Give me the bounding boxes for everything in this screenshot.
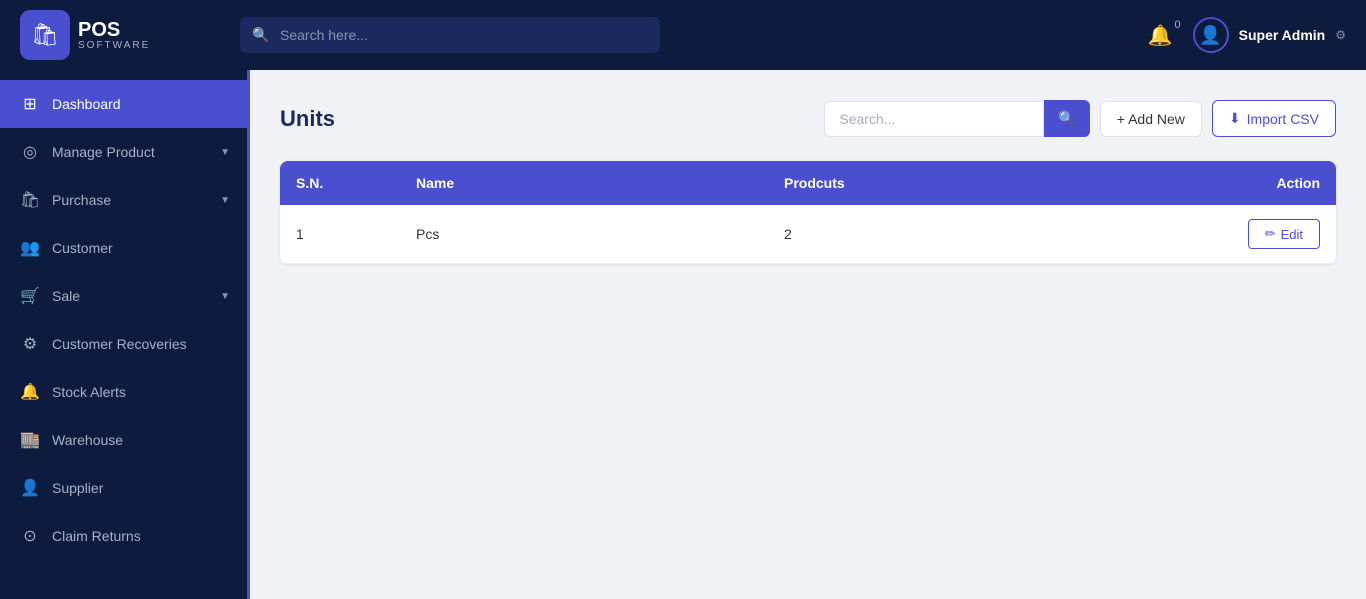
logo-text: POS SOFTWARE xyxy=(78,20,150,51)
user-avatar-icon: 👤 xyxy=(1193,17,1229,53)
sidebar-label-dashboard: Dashboard xyxy=(52,96,230,112)
edit-icon: ✏ xyxy=(1265,226,1276,242)
topbar-right: 🔔 0 👤 Super Admin ⚙ xyxy=(1148,17,1346,53)
table-row: 1 Pcs 2 ✏ Edit xyxy=(280,205,1336,264)
sidebar-item-stock-alerts[interactable]: 🔔 Stock Alerts xyxy=(0,368,250,416)
row-action: ✏ Edit xyxy=(1136,205,1336,263)
notification-bell[interactable]: 🔔 0 xyxy=(1148,23,1173,48)
sale-arrow-icon: ▼ xyxy=(220,291,230,302)
table-search-wrap: 🔍 xyxy=(824,100,1089,137)
sidebar-item-sale[interactable]: 🛒 Sale ▼ xyxy=(0,272,250,320)
header-actions: 🔍 + Add New ⬇ Import CSV xyxy=(824,100,1336,137)
sidebar-label-supplier: Supplier xyxy=(52,480,230,496)
sidebar-item-manage-product[interactable]: ◎ Manage Product ▼ xyxy=(0,128,250,176)
stock-alerts-icon: 🔔 xyxy=(20,382,40,402)
table-search-button[interactable]: 🔍 xyxy=(1044,100,1089,137)
units-table: S.N. Name Prodcuts Action 1 Pcs 2 ✏ Edit xyxy=(280,161,1336,264)
sidebar-item-customer[interactable]: 👥 Customer xyxy=(0,224,250,272)
claim-returns-icon: ⊙ xyxy=(20,526,40,546)
table-search-input[interactable] xyxy=(824,101,1044,137)
col-header-products: Prodcuts xyxy=(768,161,1136,205)
topbar-search-input[interactable] xyxy=(240,17,660,53)
sidebar-label-sale: Sale xyxy=(52,288,208,304)
logo-area: 🛍 POS SOFTWARE xyxy=(20,10,220,60)
customer-icon: 👥 xyxy=(20,238,40,258)
row-name: Pcs xyxy=(400,212,768,256)
col-header-sn: S.N. xyxy=(280,161,400,205)
user-caret-icon: ⚙ xyxy=(1335,28,1346,42)
topbar-search: 🔍 xyxy=(240,17,660,53)
sidebar-label-purchase: Purchase xyxy=(52,192,208,208)
manage-product-icon: ◎ xyxy=(20,142,40,162)
layout: ⊞ Dashboard ◎ Manage Product ▼ 🛍 Purchas… xyxy=(0,70,1366,599)
sidebar-item-supplier[interactable]: 👤 Supplier xyxy=(0,464,250,512)
dashboard-icon: ⊞ xyxy=(20,94,40,114)
sidebar-label-warehouse: Warehouse xyxy=(52,432,230,448)
sale-icon: 🛒 xyxy=(20,286,40,306)
import-csv-button[interactable]: ⬇ Import CSV xyxy=(1212,100,1336,137)
import-csv-label: Import CSV xyxy=(1247,111,1319,127)
topbar: 🛍 POS SOFTWARE 🔍 🔔 0 👤 Super Admin ⚙ xyxy=(0,0,1366,70)
sidebar: ⊞ Dashboard ◎ Manage Product ▼ 🛍 Purchas… xyxy=(0,70,250,599)
supplier-icon: 👤 xyxy=(20,478,40,498)
logo-pos-text: POS xyxy=(78,20,150,40)
logo-software-text: SOFTWARE xyxy=(78,40,150,51)
sidebar-item-purchase[interactable]: 🛍 Purchase ▼ xyxy=(0,176,250,224)
edit-button[interactable]: ✏ Edit xyxy=(1248,219,1320,249)
table-header: S.N. Name Prodcuts Action xyxy=(280,161,1336,205)
import-icon: ⬇ xyxy=(1229,110,1241,127)
topbar-search-icon: 🔍 xyxy=(252,27,269,44)
row-products: 2 xyxy=(768,212,1136,256)
sidebar-item-claim-returns[interactable]: ⊙ Claim Returns xyxy=(0,512,250,560)
sidebar-item-customer-recoveries[interactable]: ⚙ Customer Recoveries xyxy=(0,320,250,368)
purchase-icon: 🛍 xyxy=(20,190,40,210)
user-name-label: Super Admin xyxy=(1239,27,1326,43)
col-header-action: Action xyxy=(1136,161,1336,205)
sidebar-label-manage-product: Manage Product xyxy=(52,144,208,160)
add-new-button[interactable]: + Add New xyxy=(1100,101,1202,137)
page-title: Units xyxy=(280,106,335,132)
edit-label: Edit xyxy=(1281,227,1303,242)
col-header-name: Name xyxy=(400,161,768,205)
user-menu[interactable]: 👤 Super Admin ⚙ xyxy=(1193,17,1346,53)
sidebar-item-dashboard[interactable]: ⊞ Dashboard xyxy=(0,80,250,128)
page-header: Units 🔍 + Add New ⬇ Import CSV xyxy=(280,100,1336,137)
customer-recoveries-icon: ⚙ xyxy=(20,334,40,354)
row-sn: 1 xyxy=(280,212,400,256)
logo-icon: 🛍 xyxy=(20,10,70,60)
sidebar-label-claim-returns: Claim Returns xyxy=(52,528,230,544)
sidebar-label-customer-recoveries: Customer Recoveries xyxy=(52,336,230,352)
sidebar-label-customer: Customer xyxy=(52,240,230,256)
main-content: Units 🔍 + Add New ⬇ Import CSV S.N. Name… xyxy=(250,70,1366,599)
manage-product-arrow-icon: ▼ xyxy=(220,147,230,158)
sidebar-item-warehouse[interactable]: 🏬 Warehouse xyxy=(0,416,250,464)
purchase-arrow-icon: ▼ xyxy=(220,195,230,206)
sidebar-label-stock-alerts: Stock Alerts xyxy=(52,384,230,400)
notification-count: 0 xyxy=(1175,19,1181,31)
warehouse-icon: 🏬 xyxy=(20,430,40,450)
